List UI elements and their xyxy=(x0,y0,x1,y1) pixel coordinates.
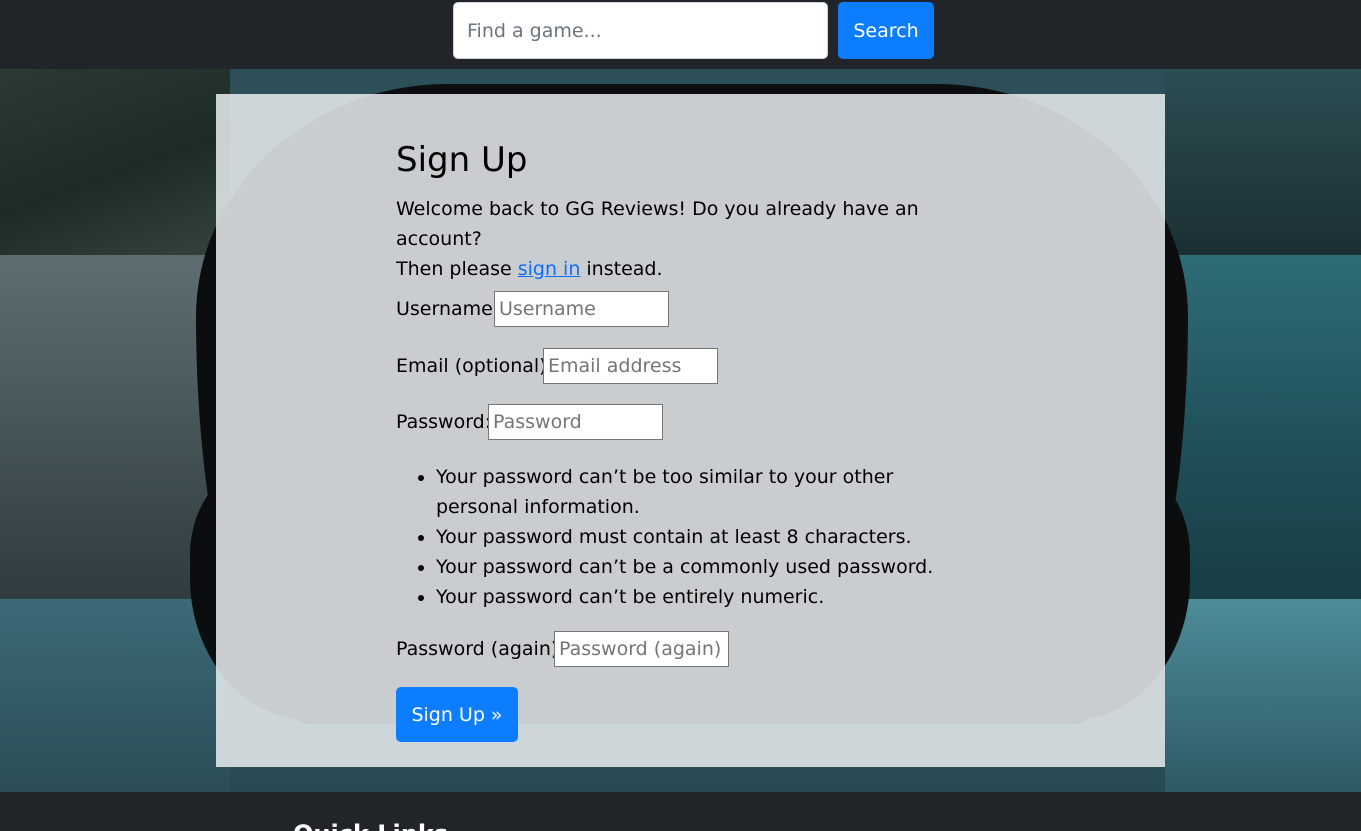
username-input[interactable] xyxy=(494,291,669,327)
password-label: Password: xyxy=(396,411,492,433)
footer: Quick Links xyxy=(0,792,1361,831)
intro-after: instead. xyxy=(580,258,663,280)
background-tile xyxy=(1165,255,1361,599)
password-requirements-list: Your password can’t be too similar to yo… xyxy=(396,462,976,612)
signup-intro: Welcome back to GG Reviews! Do you alrea… xyxy=(396,194,996,284)
email-input[interactable] xyxy=(543,348,718,384)
list-item: Your password can’t be a commonly used p… xyxy=(436,552,976,582)
background-tile xyxy=(1165,599,1361,792)
list-item: Your password can’t be too similar to yo… xyxy=(436,462,976,522)
list-item: Your password must contain at least 8 ch… xyxy=(436,522,976,552)
password-confirm-input[interactable] xyxy=(554,631,729,667)
sign-up-button[interactable]: Sign Up » xyxy=(396,687,518,742)
top-navbar: Search xyxy=(0,0,1361,69)
background-tile xyxy=(0,599,230,792)
page-title: Sign Up xyxy=(396,140,528,180)
password-input[interactable] xyxy=(488,404,663,440)
search-button[interactable]: Search xyxy=(838,2,934,59)
game-search-input[interactable] xyxy=(453,2,828,59)
intro-line: Welcome back to GG Reviews! Do you alrea… xyxy=(396,198,919,250)
password-confirm-label: Password (again): xyxy=(396,638,565,660)
background-tile xyxy=(0,69,230,255)
email-label: Email (optional): xyxy=(396,355,553,377)
background-tile xyxy=(1165,69,1361,255)
intro-then: Then please xyxy=(396,258,518,280)
sign-in-link[interactable]: sign in xyxy=(518,258,581,280)
list-item: Your password can’t be entirely numeric. xyxy=(436,582,976,612)
username-label: Username: xyxy=(396,298,500,320)
footer-heading: Quick Links xyxy=(293,820,448,831)
